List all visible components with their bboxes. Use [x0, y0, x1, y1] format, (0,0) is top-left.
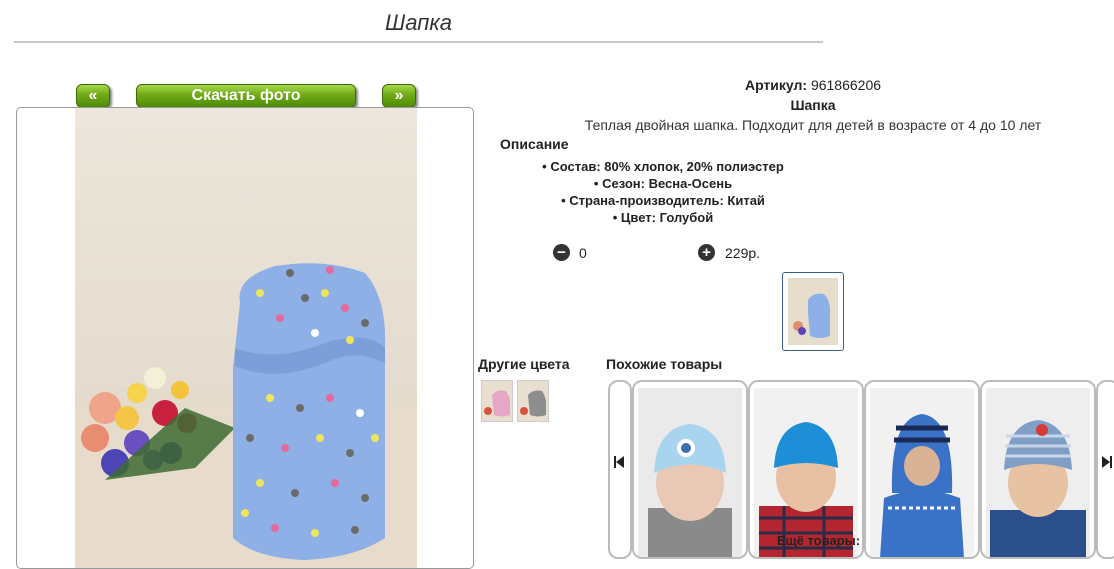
carousel-next-button[interactable]: [1096, 380, 1114, 559]
main-photo-frame: [16, 107, 474, 569]
product-price: 229р.: [725, 245, 761, 261]
prev-photo-button[interactable]: «: [76, 84, 110, 108]
thumbnail-image: [788, 278, 838, 345]
product-properties: • Состав: 80% хлопок, 20% полиэстер • Се…: [480, 158, 846, 226]
similar-product-card[interactable]: [980, 380, 1096, 559]
photo-thumbnail[interactable]: [782, 272, 844, 351]
property-item: • Цвет: Голубой: [612, 210, 714, 225]
quantity-value: 0: [579, 245, 587, 261]
property-item: • Сезон: Весна-Осень: [593, 176, 733, 191]
property-item: • Страна-производитель: Китай: [561, 193, 765, 208]
sku-label: Артикул:: [744, 77, 808, 93]
page-title: Шапка: [385, 10, 452, 35]
similar-product-image: [870, 388, 974, 557]
carousel-prev-button[interactable]: [608, 380, 632, 559]
sku-value: 961866206: [810, 77, 882, 93]
minus-icon[interactable]: −: [553, 244, 570, 261]
skip-forward-icon: [1102, 456, 1112, 468]
product-sku: Артикул: 961866206: [480, 77, 1114, 93]
color-swatch-pink[interactable]: [481, 380, 513, 422]
similar-product-image: [986, 388, 1090, 557]
skip-back-icon: [614, 456, 624, 468]
description-heading: Описание: [500, 136, 569, 152]
color-swatch-grey[interactable]: [517, 380, 549, 422]
next-photo-button[interactable]: »: [382, 84, 416, 108]
main-product-photo[interactable]: [75, 108, 417, 568]
product-name: Шапка: [790, 97, 836, 113]
more-products-label[interactable]: Ещё товары:: [777, 533, 860, 548]
product-description: Теплая двойная шапка. Подходит для детей…: [584, 117, 1042, 133]
similar-product-card[interactable]: [864, 380, 980, 559]
download-photo-button[interactable]: Скачать фото: [136, 84, 356, 108]
other-colors-heading: Другие цвета: [478, 356, 570, 372]
similar-product-card[interactable]: [632, 380, 748, 559]
property-item: • Состав: 80% хлопок, 20% полиэстер: [542, 159, 784, 174]
similar-products-heading: Похожие товары: [606, 356, 723, 372]
similar-product-image: [638, 388, 742, 557]
plus-icon[interactable]: +: [698, 244, 715, 261]
title-divider: [14, 41, 823, 43]
